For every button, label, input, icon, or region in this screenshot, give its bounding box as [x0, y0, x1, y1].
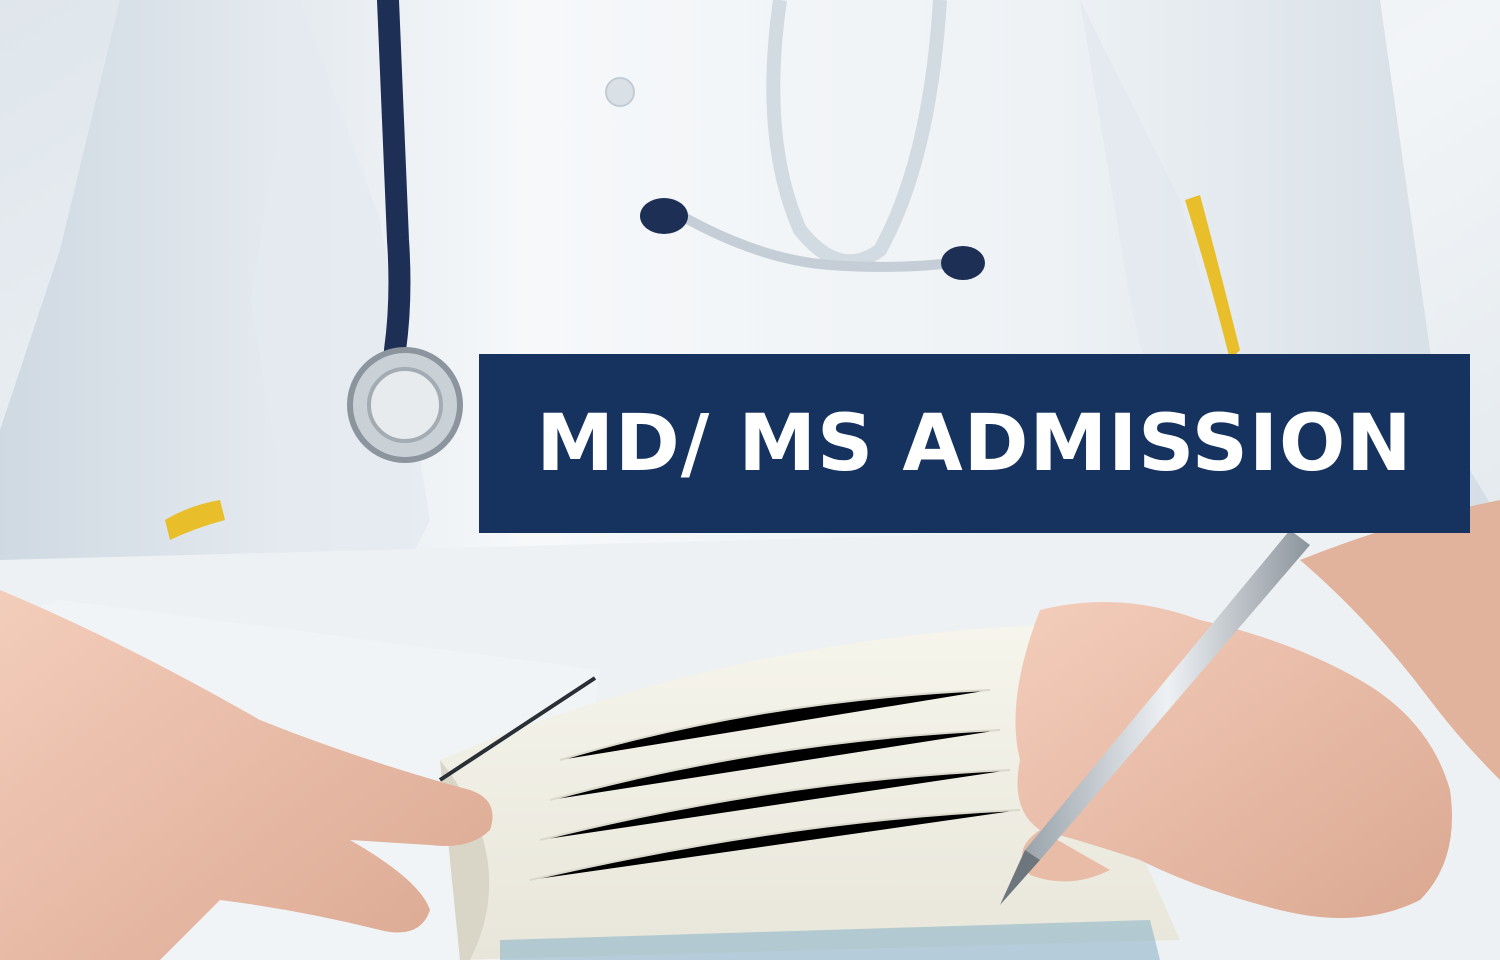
banner-title: MD/ MS ADMISSION [536, 398, 1413, 489]
admission-banner: MD/ MS ADMISSION [479, 354, 1470, 533]
hero-image: MD/ MS ADMISSION [0, 0, 1500, 960]
